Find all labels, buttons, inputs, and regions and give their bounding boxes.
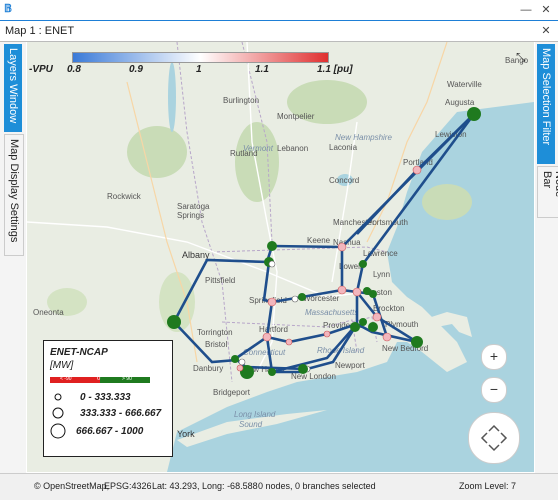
node-pink [262, 332, 272, 342]
ncap-legend: ENET-NCAP [MW] < -90 0 > 90 0 - 333.333 … [43, 340, 173, 457]
node-pink [285, 338, 293, 346]
node-white [268, 260, 276, 268]
legend-range-small: 0 - 333.333 [80, 392, 131, 403]
expand-icon[interactable]: ⤡ [516, 50, 526, 65]
node-pink [352, 287, 362, 297]
node-green [359, 318, 367, 326]
status-coordinates: Lat: 43.293, Long: -68.588 [152, 481, 258, 491]
node-green [368, 322, 378, 332]
colorbar-tick: 0.9 [129, 64, 143, 75]
map-tab-title[interactable]: Map 1 : ENET [5, 25, 74, 37]
right-side-panel: Map Selection Filter Node Bar [535, 42, 558, 492]
node-green [298, 364, 308, 374]
node-pink [382, 332, 392, 342]
colorbar-prefix: -VPU [29, 64, 53, 75]
node-green [369, 290, 377, 298]
legend-range-medium: 333.333 - 666.667 [80, 408, 162, 419]
node-pink [412, 165, 422, 175]
map-canvas[interactable]: Waterville Augusta Bango Lewiston Burlin… [27, 42, 534, 472]
pan-arrows-icon [480, 424, 508, 452]
tab-map-display-settings[interactable]: Map Display Settings [4, 134, 24, 256]
branch-line [341, 113, 475, 248]
zoom-in-button[interactable]: + [481, 344, 507, 370]
branch-line [271, 244, 343, 249]
node-white [238, 358, 246, 366]
map-tab-bar: Map 1 : ENET ✕ [0, 21, 558, 42]
node-green [467, 107, 481, 121]
node-green [359, 260, 367, 268]
colorbar-tick: 0.8 [67, 64, 81, 75]
branch-line [361, 113, 476, 265]
node-green [268, 368, 276, 376]
node-pink [337, 242, 347, 252]
tab-node-bar[interactable]: Node Bar [537, 166, 558, 218]
vpu-colorbar [72, 52, 329, 63]
colorbar-tick: 1.1 [255, 64, 269, 75]
node-pink [323, 330, 331, 338]
branch-line [244, 365, 308, 371]
node-green [411, 336, 423, 348]
colorbar-tick: 1.1 [pu] [317, 64, 353, 75]
branch-line [271, 323, 358, 374]
status-selection: 0 nodes, 0 branches selected [258, 481, 376, 491]
node-green [267, 241, 277, 251]
node-pink [236, 364, 244, 372]
branch-line [172, 258, 270, 323]
title-bar: 𝔹 — ✕ [0, 0, 558, 21]
colorbar-tick: 1 [196, 64, 202, 75]
node-pink [372, 312, 382, 322]
node-green [350, 322, 360, 332]
node-pink [337, 285, 347, 295]
branch-line [262, 261, 273, 304]
node-green [167, 315, 181, 329]
legend-range-large: 666.667 - 1000 [76, 426, 144, 437]
status-epsg: EPSG:4326 [104, 481, 152, 491]
branch-line [234, 335, 268, 361]
minimize-button[interactable]: — [518, 2, 534, 18]
pan-control[interactable] [468, 412, 520, 464]
status-bar: © OpenStreetMap, EPSG:4326 Lat: 43.293, … [0, 473, 558, 500]
tab-layers-window[interactable]: Layers Window [4, 44, 22, 132]
status-zoom-level: Zoom Level: 7 [459, 481, 517, 491]
app-logo-icon: 𝔹 [4, 3, 13, 15]
zoom-out-button[interactable]: − [481, 377, 507, 403]
close-window-button[interactable]: ✕ [538, 2, 554, 18]
left-side-panel: Layers Window Map Display Settings [0, 42, 26, 492]
node-pink [267, 297, 277, 307]
node-green [231, 355, 239, 363]
tab-map-selection-filter[interactable]: Map Selection Filter [537, 44, 555, 164]
branch-line [271, 288, 343, 304]
status-attribution: © OpenStreetMap, [34, 481, 110, 491]
node-green [298, 293, 306, 301]
node-white [291, 295, 299, 303]
close-map-tab-button[interactable]: ✕ [538, 23, 554, 39]
